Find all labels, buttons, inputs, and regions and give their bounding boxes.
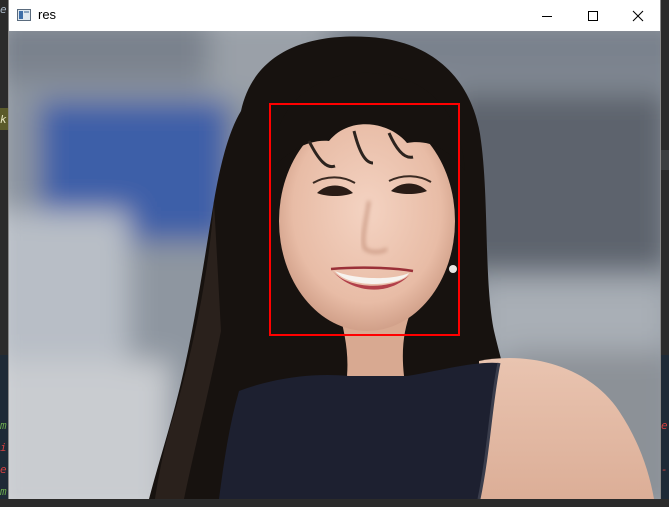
maximize-icon [588,10,598,21]
background-editor-left: e k m i e m [0,0,9,507]
editor-panel [660,150,669,170]
background-editor-right: e - [660,0,669,507]
editor-glyph: m [0,485,7,498]
window-titlebar[interactable]: res [9,0,660,31]
minimize-icon [542,15,552,17]
maximize-button[interactable] [570,0,616,31]
close-icon [632,10,644,21]
close-button[interactable] [616,0,660,31]
editor-glyph: e [0,3,7,16]
window-title: res [38,7,57,22]
image-window: res [9,0,660,499]
face-detection-box [269,103,460,336]
editor-glyph: e [0,463,7,476]
editor-glyph: k [0,113,7,126]
image-canvas [9,31,660,499]
minimize-button[interactable] [524,0,570,31]
editor-glyph: m [0,419,7,432]
editor-glyph: i [0,441,7,454]
editor-glyph: - [661,463,668,476]
editor-glyph: e [661,419,668,432]
background-bottom-strip [0,499,669,507]
app-window-icon [17,9,31,21]
